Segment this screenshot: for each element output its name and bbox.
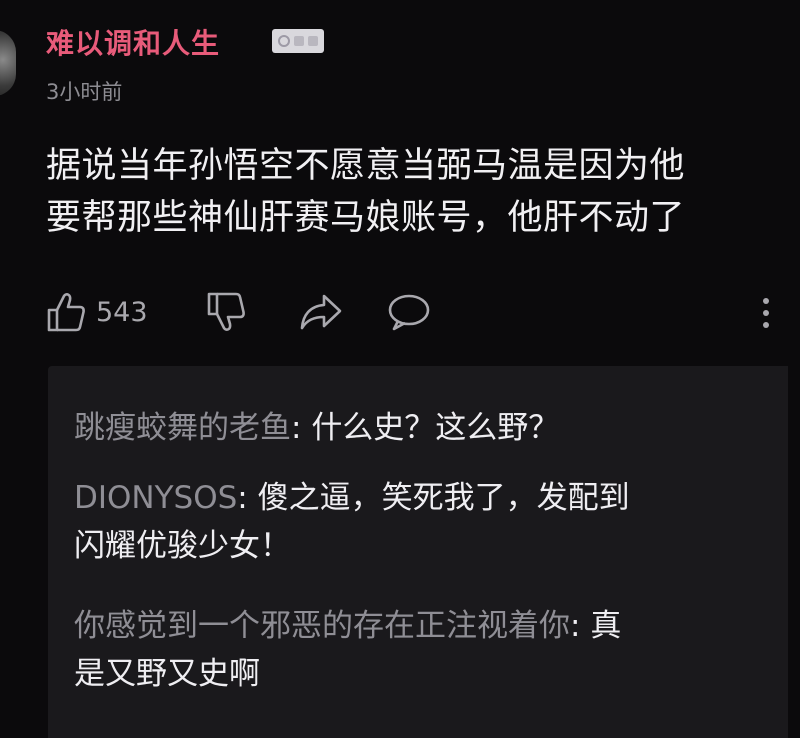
like-count: 543 [96,296,148,328]
badge-pip-icon [308,36,318,46]
more-vertical-icon[interactable] [754,293,778,333]
like-button[interactable]: 543 [46,290,148,334]
reply-line: 闪耀优骏少女！ [74,528,291,564]
comment-username[interactable]: 难以调和人生 [46,22,220,62]
comment-text: 据说当年孙悟空不愿意当弼马温是因为他 要帮那些神仙肝赛马娘账号，他肝不动了 [46,140,786,244]
reply-separator: : [570,608,591,644]
comment-text-line: 据说当年孙悟空不愿意当弼马温是因为他 [46,146,686,186]
reply-item[interactable]: DIONYSOS: 傻之逼，笑死我了，发配到 闪耀优骏少女！ [74,474,774,570]
reply-text: 真 [590,608,622,644]
reply-separator: : [237,480,258,516]
reply-item[interactable]: 你感觉到一个邪恶的存在正注视着你: 真 是又野又史啊 [74,602,774,698]
replies-panel[interactable]: 跳瘦蛟舞的老鱼: 什么史？这么野？ DIONYSOS: 傻之逼，笑死我了，发配到… [48,366,788,738]
user-level-badge [272,29,324,53]
comment-timestamp: 3小时前 [46,80,123,104]
reply-button[interactable] [386,290,432,334]
reply-line: DIONYSOS: 傻之逼，笑死我了，发配到 [74,474,774,522]
reply-line: 跳瘦蛟舞的老鱼: 什么史？这么野？ [74,404,774,452]
comment-text-line: 要帮那些神仙肝赛马娘账号，他肝不动了 [46,198,686,238]
thumbs-down-icon [206,291,246,333]
reply-author[interactable]: 你感觉到一个邪恶的存在正注视着你 [74,608,570,644]
reply-author[interactable]: DIONYSOS [74,480,237,516]
comment-bubble-icon [386,292,432,332]
reply-line: 是又野又史啊 [74,656,260,692]
badge-ring-icon [278,35,290,47]
thumbs-up-icon [46,291,86,333]
badge-pip-icon [294,36,304,46]
reply-text: 傻之逼，笑死我了，发配到 [257,480,630,516]
dislike-button[interactable] [206,290,246,334]
share-icon [298,292,344,332]
reply-text: 什么史？这么野？ [311,410,560,446]
reply-separator: : [291,410,312,446]
comment-page: 难以调和人生 3小时前 据说当年孙悟空不愿意当弼马温是因为他 要帮那些神仙肝赛马… [0,0,800,738]
reply-line: 你感觉到一个邪恶的存在正注视着你: 真 [74,602,774,650]
avatar[interactable] [0,30,16,96]
share-button[interactable] [298,290,344,334]
reply-item[interactable]: 跳瘦蛟舞的老鱼: 什么史？这么野？ [74,404,774,452]
reply-author[interactable]: 跳瘦蛟舞的老鱼 [74,410,291,446]
